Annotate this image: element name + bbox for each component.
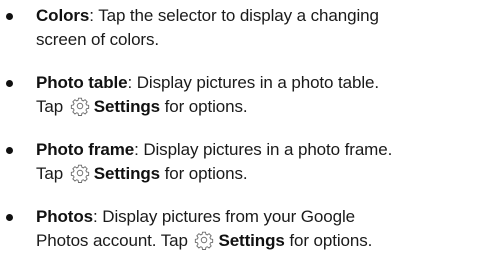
item-description: : Display pictures in a photo table.: [127, 73, 380, 92]
item-description: : Display pictures from your Google: [93, 207, 356, 226]
item-description-end: for options.: [289, 231, 373, 250]
list-item-photo-frame: Photo frame: Display pictures in a photo…: [0, 138, 476, 186]
list-item-photos: Photos: Display pictures from your Googl…: [0, 205, 476, 253]
bullet: [6, 80, 13, 87]
tap-text: Tap: [36, 164, 64, 183]
settings-label: Settings: [93, 97, 160, 116]
item-term: Photo table: [36, 73, 128, 92]
feature-list: Colors: Tap the selector to display a ch…: [0, 0, 483, 253]
item-description-cont: Photos account. Tap: [36, 231, 188, 250]
list-item-colors: Colors: Tap the selector to display a ch…: [0, 4, 476, 52]
bullet: [6, 214, 13, 221]
gear-icon: [70, 163, 90, 183]
item-description-cont: screen of colors.: [36, 30, 160, 49]
item-description: : Tap the selector to display a changing: [89, 6, 379, 25]
item-description-end: for options.: [164, 164, 248, 183]
gear-icon: [70, 96, 90, 116]
settings-label: Settings: [93, 164, 160, 183]
bullet: [6, 13, 13, 20]
tap-text: Tap: [36, 97, 64, 116]
bullet: [6, 147, 13, 154]
list-item-photo-table: Photo table: Display pictures in a photo…: [0, 71, 476, 119]
item-term: Photo frame: [36, 140, 135, 159]
item-description-end: for options.: [164, 97, 248, 116]
item-term: Photos: [36, 207, 94, 226]
item-term: Colors: [36, 6, 90, 25]
gear-icon: [194, 230, 214, 250]
item-description: : Display pictures in a photo frame.: [134, 140, 393, 159]
settings-label: Settings: [218, 231, 285, 250]
